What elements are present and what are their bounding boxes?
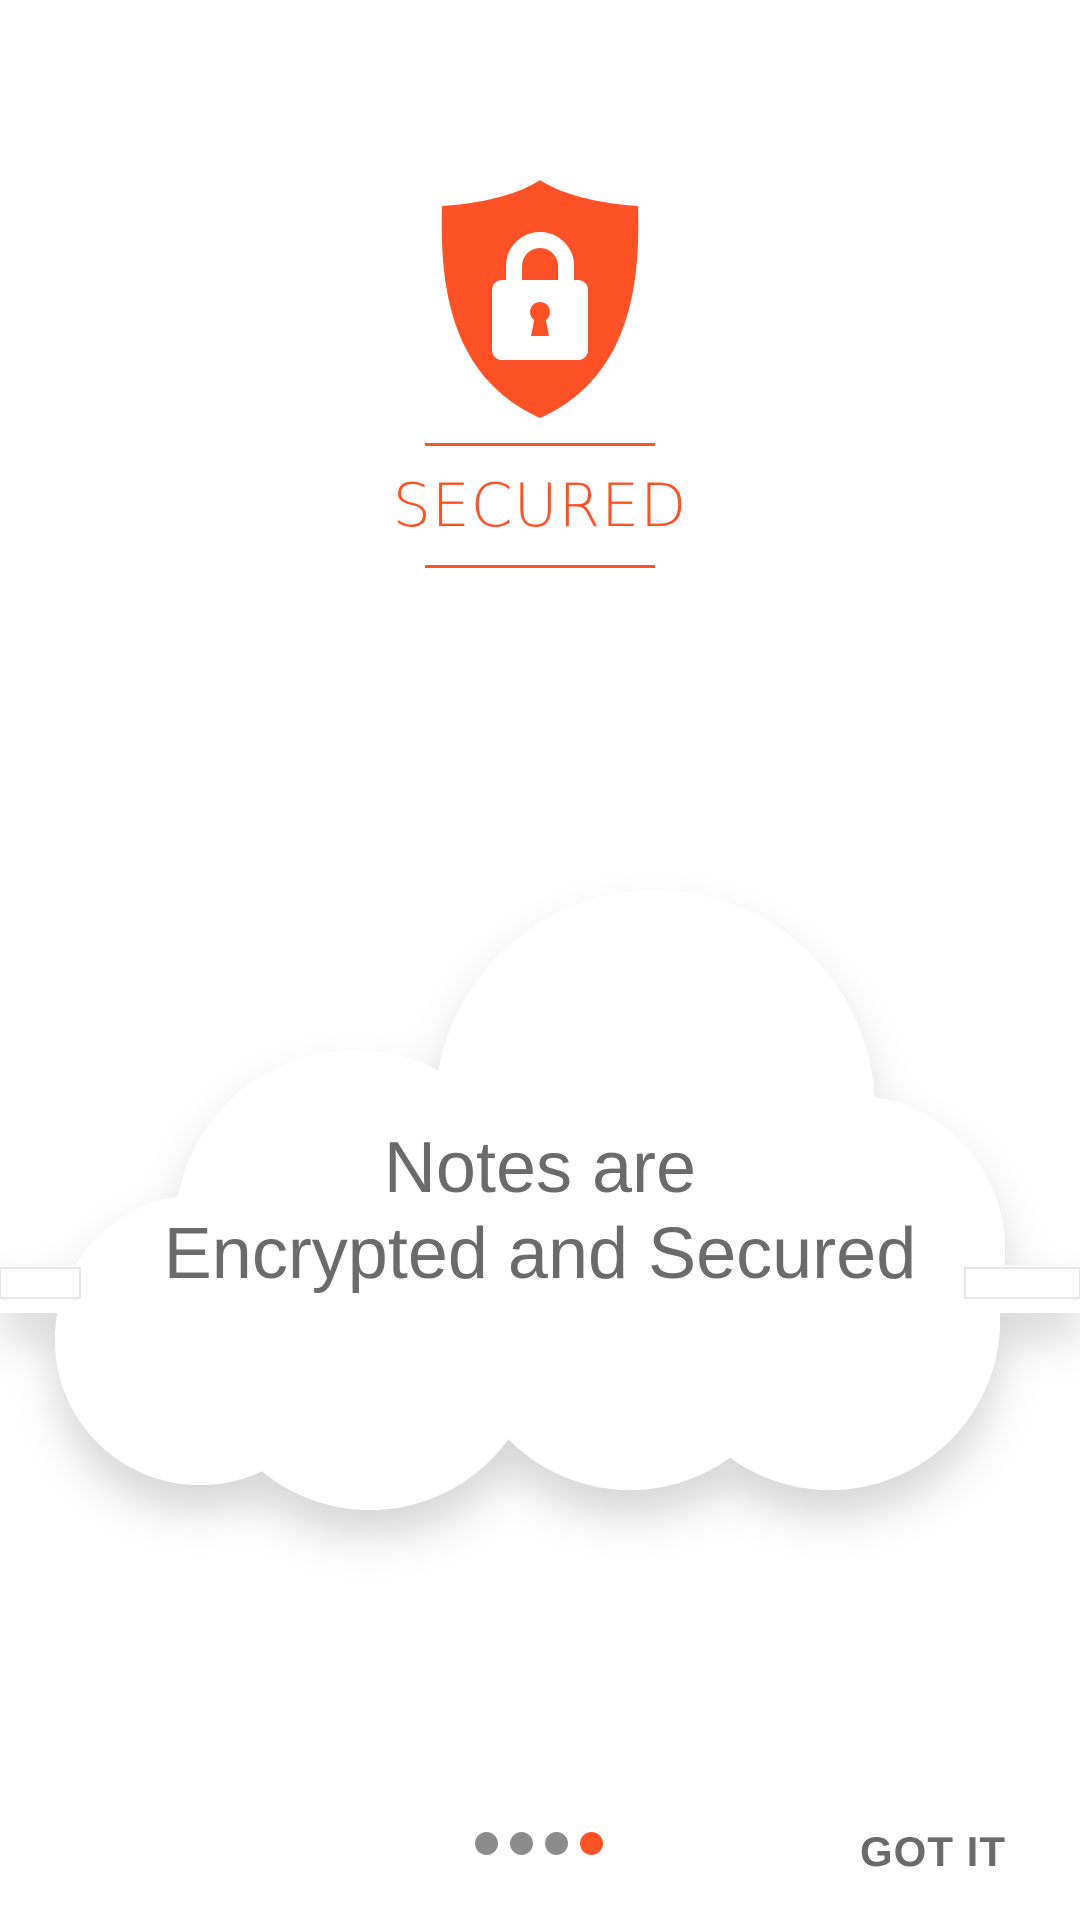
brand-rule-top	[425, 443, 655, 446]
page-dot-2[interactable]	[510, 1832, 533, 1855]
shield-lock-icon	[441, 180, 639, 418]
page-indicator	[475, 1832, 603, 1856]
slide-message-line-2: Encrypted and Secured	[163, 1214, 917, 1294]
slide-message: Notes are Encrypted and Secured	[0, 1125, 1080, 1297]
page-dot-3[interactable]	[545, 1832, 568, 1855]
page-dot-4-active[interactable]	[580, 1832, 603, 1855]
brand-rule-bottom	[425, 565, 655, 568]
brand-title: SECURED	[392, 471, 688, 541]
slide-message-line-1: Notes are	[383, 1128, 697, 1208]
got-it-button[interactable]: GOT IT	[852, 1818, 1014, 1886]
page-dot-1[interactable]	[475, 1832, 498, 1855]
